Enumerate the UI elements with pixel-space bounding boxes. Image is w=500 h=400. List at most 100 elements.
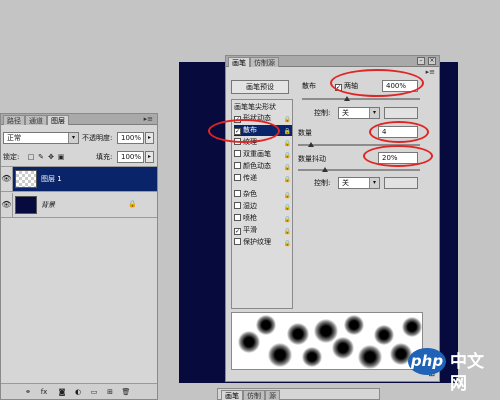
scatter-label: 散布 [302, 82, 316, 90]
both-axes-option[interactable]: ✓ 两轴 [335, 81, 358, 91]
lock-icon: 🔒 [283, 204, 291, 211]
visibility-eye-icon[interactable]: 👁 [1, 167, 13, 191]
count-jitter-slider-track[interactable] [298, 169, 420, 171]
layer-list: 👁 图层 1 👁 背景 🔒 [1, 166, 157, 220]
option-protect-texture[interactable]: 保护纹理 🔒 [234, 237, 292, 248]
layer-row-background[interactable]: 👁 背景 🔒 [1, 193, 157, 218]
tab-channels[interactable]: 通道 [25, 115, 47, 125]
lock-label: 锁定: [3, 153, 20, 161]
lock-icon: 🔒 [283, 116, 291, 123]
option-texture[interactable]: 纹理 🔒 [234, 137, 292, 148]
count-jitter-control-disabled-field [384, 177, 418, 189]
close-icon[interactable]: × [428, 57, 436, 65]
layer-row-layer1[interactable]: 👁 图层 1 [1, 167, 157, 192]
checkbox-scattering[interactable]: ✓ [234, 128, 241, 135]
brush-presets-button[interactable]: 画笔预设 [231, 80, 289, 94]
minimize-icon[interactable]: – [417, 57, 425, 65]
count-jitter-control-select[interactable]: 关 ▾ [338, 177, 380, 189]
brush-tip-shape-header[interactable]: 画笔笔尖形状 [234, 102, 276, 112]
option-noise[interactable]: 杂色 🔒 [234, 189, 292, 200]
option-transfer[interactable]: 传递 🔒 [234, 173, 292, 184]
lock-all-icon[interactable]: ▣ [57, 153, 65, 161]
option-smoothing[interactable]: ✓ 平滑 🔒 [234, 225, 292, 236]
checkbox-transfer[interactable] [234, 174, 241, 181]
tab-source-bottom[interactable]: 源 [265, 390, 280, 400]
count-slider-track[interactable] [298, 144, 420, 146]
opacity-label: 不透明度: [82, 134, 113, 142]
fill-input[interactable]: 100% [117, 151, 144, 163]
checkbox-dual-brush[interactable] [234, 150, 241, 157]
link-layers-icon[interactable]: ⚭ [23, 387, 33, 397]
checkbox-noise[interactable] [234, 190, 241, 197]
lock-transparent-icon[interactable]: □ [27, 153, 35, 161]
layer-thumbnail [15, 196, 37, 214]
tab-brushes[interactable]: 画笔 [228, 57, 250, 67]
count-label: 数量 [298, 129, 312, 137]
checkbox-airbrush[interactable] [234, 214, 241, 221]
layer-name: 背景 [41, 201, 55, 209]
tab-clone-source[interactable]: 仿制源 [250, 57, 279, 67]
php-logo-badge: php [408, 348, 446, 375]
watermark-text: 中文网 [450, 352, 484, 394]
tab-paths[interactable]: 路径 [3, 115, 25, 125]
adjustment-layer-icon[interactable]: ◐ [73, 387, 83, 397]
checkbox-smoothing[interactable]: ✓ [234, 228, 241, 235]
lock-image-icon[interactable]: ✎ [37, 153, 45, 161]
panel-menu-icon[interactable]: ▸≡ [144, 115, 153, 124]
option-label: 形状动态 [243, 114, 271, 122]
lock-icon: 🔒 [283, 216, 291, 223]
count-jitter-control-label: 控制: [314, 179, 331, 187]
new-group-icon[interactable]: ▭ [89, 387, 99, 397]
delete-layer-icon[interactable]: 🗑 [121, 387, 131, 397]
php-cn-watermark: php 中文网 [408, 343, 500, 394]
scatter-value: 400% [386, 82, 407, 90]
opacity-arrow-button[interactable]: ▸ [145, 132, 154, 144]
fill-value: 100% [121, 153, 142, 161]
layer-mask-icon[interactable]: ◙ [57, 387, 67, 397]
count-slider-thumb[interactable] [308, 142, 314, 147]
option-label: 保护纹理 [243, 238, 271, 246]
new-layer-icon[interactable]: ⊞ [105, 387, 115, 397]
visibility-eye-icon[interactable]: 👁 [1, 193, 13, 217]
bottom-panel: 画笔 仿制 源 [217, 388, 380, 400]
option-airbrush[interactable]: 喷枪 🔒 [234, 213, 292, 224]
option-color-dynamics[interactable]: 颜色动态 🔒 [234, 161, 292, 172]
lock-icon: 🔒 [283, 164, 291, 171]
option-shape-dynamics[interactable]: ✓ 形状动态 🔒 [234, 113, 292, 124]
option-wet-edges[interactable]: 湿边 🔒 [234, 201, 292, 212]
count-value-input[interactable]: 4 [378, 126, 418, 138]
blend-mode-value: 正常 [7, 134, 21, 142]
option-dual-brush[interactable]: 双重画笔 🔒 [234, 149, 292, 160]
option-label: 双重画笔 [243, 150, 271, 158]
checkbox-shape-dynamics[interactable]: ✓ [234, 116, 241, 123]
scatter-control-select[interactable]: 关 ▾ [338, 107, 380, 119]
tab-clone-bottom[interactable]: 仿制 [243, 390, 265, 400]
scatter-slider-track[interactable] [302, 98, 420, 100]
option-label: 湿边 [243, 202, 257, 210]
layers-panel: 路径 通道 图层 ▸≡ 正常 ▾ 不透明度: 100% ▸ 锁定: □ ✎ ✥ … [0, 113, 158, 400]
layer-thumbnail [15, 170, 37, 188]
layer-style-icon[interactable]: fx [39, 387, 49, 397]
blend-mode-select[interactable]: 正常 ▾ [3, 132, 79, 144]
option-label: 喷枪 [243, 214, 257, 222]
tab-layers[interactable]: 图层 [47, 115, 69, 125]
checkbox-texture[interactable] [234, 138, 241, 145]
count-jitter-slider-thumb[interactable] [322, 167, 328, 172]
tab-brushes-bottom[interactable]: 画笔 [221, 390, 243, 400]
count-jitter-label: 数量抖动 [298, 155, 326, 163]
option-scattering[interactable]: ✓ 散布 🔒 [234, 125, 292, 136]
checkbox-color-dynamics[interactable] [234, 162, 241, 169]
brush-stroke-preview [231, 312, 423, 370]
lock-position-icon[interactable]: ✥ [47, 153, 55, 161]
count-jitter-value-input[interactable]: 20% [378, 152, 418, 164]
panel-menu-icon[interactable]: ▸≡ [426, 68, 435, 77]
lock-icons: □ ✎ ✥ ▣ [27, 153, 69, 162]
scatter-slider-thumb[interactable] [344, 96, 350, 101]
checkbox-protect-texture[interactable] [234, 238, 241, 245]
checkbox-wet-edges[interactable] [234, 202, 241, 209]
option-label: 平滑 [243, 226, 257, 234]
scatter-value-input[interactable]: 400% [382, 80, 418, 92]
fill-arrow-button[interactable]: ▸ [145, 151, 154, 163]
opacity-input[interactable]: 100% [117, 132, 144, 144]
checkbox-both-axes[interactable]: ✓ [335, 84, 342, 91]
